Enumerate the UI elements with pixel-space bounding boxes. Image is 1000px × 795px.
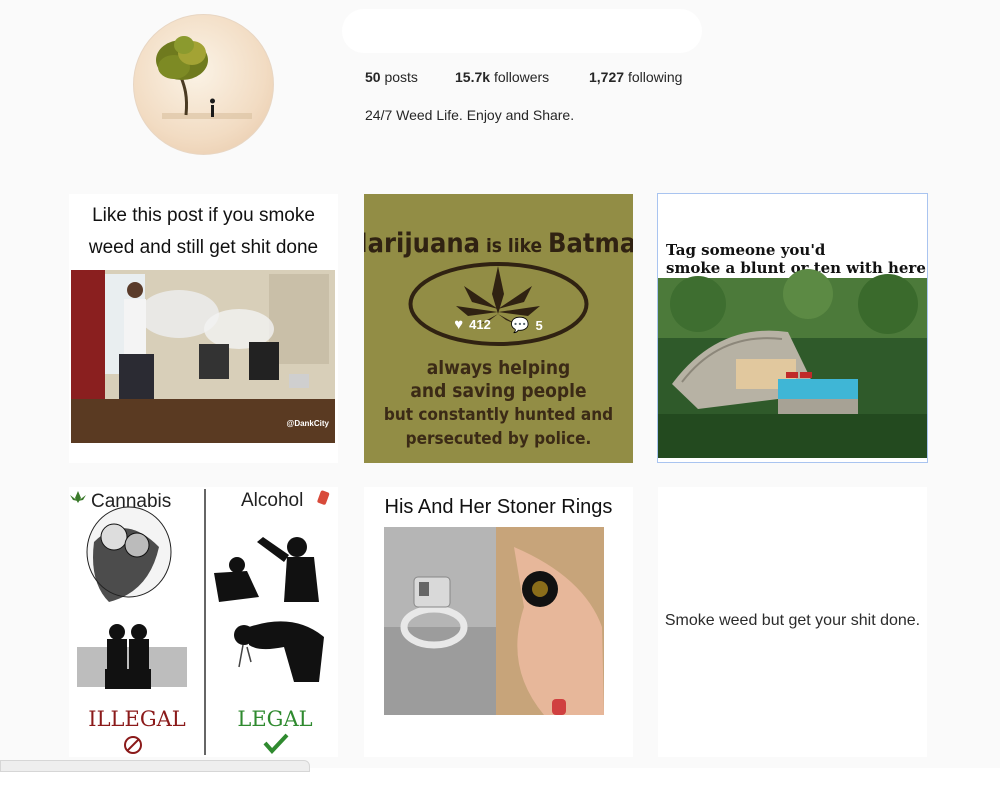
- post-1-watermark: @DankCity: [287, 419, 330, 428]
- treehouse-photo: [658, 269, 927, 458]
- posts-stat[interactable]: 50 posts: [365, 69, 418, 85]
- post-4-right-header: Alcohol: [241, 490, 303, 511]
- following-stat[interactable]: 1,727 following: [589, 69, 682, 85]
- post-3-caption-line1: Tag someone you'd: [666, 241, 826, 259]
- ring-photo-right: [496, 527, 604, 715]
- posts-label: posts: [384, 69, 418, 85]
- post-4-right-footer: LEGAL: [237, 707, 312, 731]
- bonsai-tree-image: [156, 36, 252, 119]
- username-redacted: [342, 9, 702, 53]
- heart-icon: ♥: [454, 316, 464, 333]
- likes-count: 412: [469, 317, 491, 332]
- post-tile-6[interactable]: Smoke weed but get your shit done.: [658, 487, 927, 757]
- page-bottom-area: [0, 768, 1000, 795]
- following-count: 1,727: [589, 69, 625, 85]
- ring-photo-left: [384, 527, 496, 715]
- post-1-caption-line2: weed and still get shit done: [88, 237, 318, 258]
- post-5-title: His And Her Stoner Rings: [385, 496, 613, 518]
- post-tile-5[interactable]: His And Her Stoner Rings: [364, 487, 633, 757]
- followers-count: 15.7k: [455, 69, 491, 85]
- post-tile-1[interactable]: Like this post if you smoke weed and sti…: [69, 194, 338, 463]
- comments-count: 5: [535, 317, 543, 333]
- following-label: following: [627, 69, 683, 85]
- office-scene-photo: @DankCity: [71, 270, 335, 443]
- comments-stat: 💬 5: [511, 316, 543, 334]
- profile-bio: 24/7 Weed Life. Enjoy and Share.: [365, 107, 575, 123]
- followers-stat[interactable]: 15.7k followers: [455, 69, 549, 85]
- status-url-chip: [0, 760, 310, 772]
- post-tile-3[interactable]: Tag someone you'd smoke a blunt or ten w…: [657, 193, 928, 463]
- post-tile-2[interactable]: Marijuana is like Batman always helping …: [364, 194, 633, 463]
- likes-stat: ♥ 412: [454, 316, 491, 333]
- post-1-caption-line1: Like this post if you smoke: [92, 205, 315, 226]
- posts-count: 50: [365, 69, 381, 85]
- post-tile-4[interactable]: Cannabis Alcohol ILLEGAL LEGAL: [69, 487, 338, 757]
- profile-avatar[interactable]: [133, 14, 274, 155]
- post-4-left-footer: ILLEGAL: [88, 707, 185, 731]
- followers-label: followers: [493, 69, 550, 85]
- post-2-hover-stats: ♥ 412 💬 5: [364, 194, 633, 459]
- comment-icon: 💬: [510, 316, 530, 334]
- post-6-text: Smoke weed but get your shit done.: [665, 612, 920, 629]
